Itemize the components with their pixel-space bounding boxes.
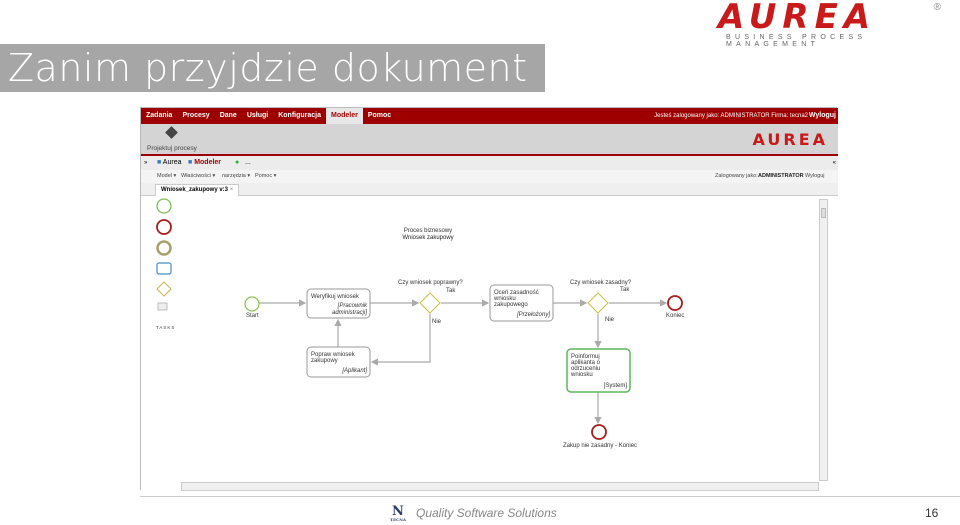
task-popraw[interactable]: Popraw wniosek zakupowy [Aplikant] <box>306 346 371 378</box>
gateway-question: Czy wniosek zasadny? <box>570 280 632 286</box>
task-role: administracji] <box>332 310 367 316</box>
palette-intermediate-event[interactable] <box>156 240 172 256</box>
pool-name: Wniosek zakupowy <box>402 235 453 241</box>
task-poinformuj[interactable]: Poinformuj aplikanta o odrzuceniu wniosk… <box>566 348 631 393</box>
task-weryfikuj[interactable]: Weryfikuj wniosek [Pracownik administrac… <box>306 288 371 319</box>
footer-text: Quality Software Solutions <box>416 506 557 520</box>
tecna-logo: N TECNA <box>390 504 406 522</box>
gateway-poprawny[interactable] <box>419 292 441 314</box>
task-ocen[interactable]: Oceń zasadność wniosku zakupowego [Przeł… <box>489 284 554 322</box>
gateway-yes: Tak <box>446 288 456 294</box>
palette: TASKS <box>156 198 175 330</box>
gateway-no: Nie <box>605 317 615 323</box>
task-role: [System] <box>604 383 628 389</box>
palette-tasks-label: TASKS <box>156 325 175 330</box>
task-role: [Pracownik <box>337 303 368 309</box>
end-label: Koniec <box>666 313 684 319</box>
gateway-zasadny[interactable] <box>587 292 609 314</box>
footer-divider <box>140 496 960 497</box>
task-name: wniosku <box>570 372 593 378</box>
pool-title: Proces biznesowy <box>404 228 452 234</box>
page-number: 16 <box>925 506 939 520</box>
palette-gateway[interactable] <box>156 281 172 297</box>
palette-annotation-icon[interactable] <box>157 302 168 311</box>
end-event[interactable] <box>667 295 683 311</box>
palette-task[interactable] <box>156 262 172 275</box>
start-label: Start <box>246 313 259 319</box>
task-role: [Przełożony] <box>516 312 550 318</box>
task-role: [Aplikant] <box>341 368 367 374</box>
task-name: Weryfikuj wniosek <box>311 294 360 300</box>
task-name: zakupowy <box>311 358 338 364</box>
flow <box>370 314 431 366</box>
gateway-question: Czy wniosek poprawny? <box>398 280 463 286</box>
gateway-yes: Tak <box>620 287 630 293</box>
task-name: zakupowego <box>494 302 528 308</box>
end-event-rejected[interactable] <box>591 424 607 440</box>
palette-end-event[interactable] <box>156 219 172 235</box>
end-rejected-label: Zakup nie zasadny - Koniec <box>563 443 637 449</box>
process-diagram: TASKS Proces biznesowy Wniosek zakupowy … <box>156 198 684 449</box>
palette-start-event[interactable] <box>156 198 172 214</box>
gateway-no: Nie <box>432 319 442 325</box>
start-event[interactable] <box>244 296 260 312</box>
